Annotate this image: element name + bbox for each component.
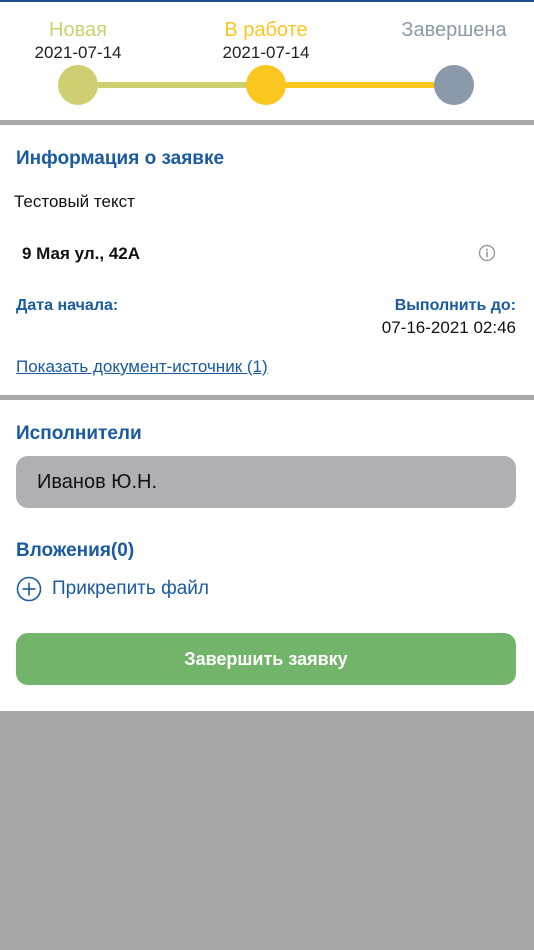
show-source-document-link[interactable]: Показать документ-источник (1) (16, 357, 268, 377)
executors-section: Исполнители Иванов Ю.Н. Вложения(0) Прик… (0, 400, 534, 711)
step-label-done: Завершена (401, 19, 507, 41)
step-label-new: Новая (49, 19, 107, 41)
address-text: 9 Мая ул., 42А (22, 244, 141, 263)
due-date-value: 07-16-2021 02:46 (381, 318, 516, 337)
attachments-title: Вложения(0) (16, 540, 135, 561)
status-stepper: Новая 2021-07-14 В работе 2021-07-14 Зав… (0, 2, 534, 120)
step-dot-done[interactable] (434, 65, 474, 105)
step-date-new: 2021-07-14 (34, 43, 122, 62)
step-label-in-progress: В работе (224, 19, 308, 41)
start-date-label: Дата начала: (16, 297, 119, 314)
track-new-to-work (98, 82, 268, 88)
attach-file-label: Прикрепить файл (52, 578, 209, 599)
step-dot-in-progress[interactable] (246, 65, 286, 105)
plus-circle-icon (16, 576, 42, 602)
attach-file-button[interactable]: Прикрепить файл (16, 576, 209, 602)
executors-title: Исполнители (16, 423, 142, 444)
step-dot-new[interactable] (58, 65, 98, 105)
track-work-to-done (266, 82, 456, 88)
description-text: Тестовый текст (14, 192, 135, 211)
finish-request-button[interactable]: Завершить заявку (16, 633, 516, 685)
info-title: Информация о заявке (16, 148, 225, 169)
due-date-label: Выполнить до: (394, 297, 516, 314)
step-date-in-progress: 2021-07-14 (222, 43, 310, 62)
executor-item[interactable]: Иванов Ю.Н. (16, 456, 516, 508)
info-section: Информация о заявке Тестовый текст 9 Мая… (0, 125, 534, 395)
info-icon[interactable] (478, 244, 496, 262)
